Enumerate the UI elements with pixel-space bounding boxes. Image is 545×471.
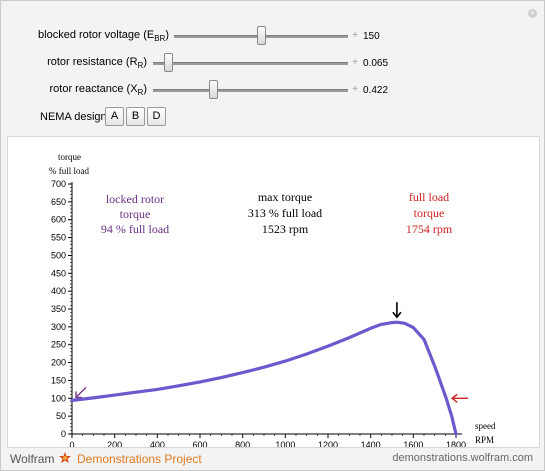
resistance-slider-track[interactable] xyxy=(153,62,348,65)
resistance-plus-icon[interactable]: + xyxy=(351,58,359,68)
slider-row-resistance: rotor resistance (RR) xyxy=(1,56,147,74)
y-tick-label: 100 xyxy=(51,393,66,403)
y-tick-label: 450 xyxy=(51,268,66,278)
y-tick-label: 200 xyxy=(51,358,66,368)
locked-rotor-annotation-2: torque xyxy=(120,207,151,221)
footer: Wolfram Demonstrations Project demonstra… xyxy=(1,448,544,470)
full-load-annotation-3: 1754 rpm xyxy=(406,222,453,236)
y-tick-label: 0 xyxy=(61,429,66,439)
x-tick-label: 200 xyxy=(107,440,122,447)
y-tick-label: 650 xyxy=(51,197,66,207)
y-tick-label: 550 xyxy=(51,233,66,243)
x-tick-label: 1600 xyxy=(403,440,423,447)
y-tick-label: 350 xyxy=(51,304,66,314)
full-load-annotation-2: torque xyxy=(414,206,445,220)
y-tick-label: 400 xyxy=(51,286,66,296)
expand-icon[interactable]: + xyxy=(528,9,537,18)
max-torque-annotation-1: max torque xyxy=(258,190,312,204)
voltage-plus-icon[interactable]: + xyxy=(351,31,359,41)
max-torque-annotation-2: 313 % full load xyxy=(248,206,322,220)
x-tick-label: 800 xyxy=(235,440,250,447)
wolfram-label: Wolfram xyxy=(10,452,55,466)
reactance-plus-icon[interactable]: + xyxy=(351,85,359,95)
voltage-slider-thumb[interactable] xyxy=(257,26,266,45)
y-tick-label: 700 xyxy=(51,179,66,189)
x-tick-label: 1200 xyxy=(318,440,338,447)
locked-rotor-arrow xyxy=(75,386,87,398)
torque-curve xyxy=(70,320,458,436)
locked-rotor-annotation-1: locked rotor xyxy=(106,192,164,206)
slider-row-voltage: blocked rotor voltage (EBR) xyxy=(1,29,169,47)
x-tick-label: 1000 xyxy=(275,440,295,447)
app-frame: + blocked rotor voltage (EBR) + 150 roto… xyxy=(0,0,545,471)
voltage-label: blocked rotor voltage (EBR) xyxy=(38,29,169,44)
torque-speed-plot: torque % full load speed RPM locked roto… xyxy=(7,136,540,448)
x-tick-label: 400 xyxy=(150,440,165,447)
x-tick-label: 0 xyxy=(69,440,74,447)
reactance-label: rotor reactance (XR) xyxy=(49,83,148,98)
y-tick-label: 300 xyxy=(51,322,66,332)
site-link[interactable]: demonstrations.wolfram.com xyxy=(392,452,533,464)
reactance-slider-track[interactable] xyxy=(153,89,348,92)
reactance-value: 0.422 xyxy=(363,85,389,96)
xlabel-line1: speed xyxy=(475,421,496,431)
reactance-slider-thumb[interactable] xyxy=(209,80,218,99)
x-tick-label: 600 xyxy=(192,440,207,447)
ylabel-line2: % full load xyxy=(49,166,89,176)
nema-button-a[interactable]: A xyxy=(105,107,124,126)
resistance-label: rotor resistance (RR) xyxy=(47,56,147,71)
nema-design-label: NEMA design xyxy=(40,111,107,123)
slider-row-reactance: rotor reactance (XR) xyxy=(1,83,148,101)
ylabel-line1: torque xyxy=(58,152,81,162)
wolfram-spikey-icon xyxy=(59,452,71,463)
locked-rotor-annotation-3: 94 % full load xyxy=(101,222,169,236)
x-tick-label: 1800 xyxy=(446,440,466,447)
y-tick-label: 250 xyxy=(51,340,66,350)
nema-button-d[interactable]: D xyxy=(147,107,166,126)
demonstrations-project-link[interactable]: Demonstrations Project xyxy=(77,452,202,466)
x-tick-label: 1400 xyxy=(361,440,381,447)
xlabel-line2: RPM xyxy=(475,435,494,445)
resistance-value: 0.065 xyxy=(363,58,389,69)
y-tick-label: 50 xyxy=(56,411,66,421)
voltage-value: 150 xyxy=(363,31,380,42)
y-tick-label: 500 xyxy=(51,250,66,260)
max-torque-annotation-3: 1523 rpm xyxy=(262,222,309,236)
y-tick-label: 150 xyxy=(51,375,66,385)
resistance-slider-thumb[interactable] xyxy=(164,53,173,72)
torque-speed-chart: torque % full load speed RPM locked roto… xyxy=(49,152,496,447)
y-tick-label: 600 xyxy=(51,215,66,225)
full-load-annotation-1: full load xyxy=(409,190,449,204)
nema-button-b[interactable]: B xyxy=(126,107,145,126)
